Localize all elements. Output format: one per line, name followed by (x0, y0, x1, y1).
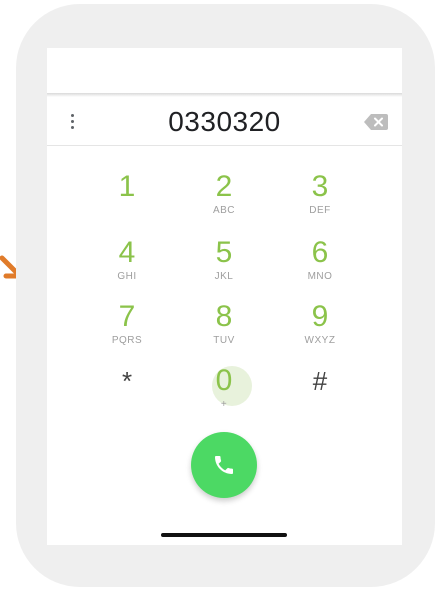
backspace-icon[interactable] (364, 114, 388, 130)
divider (47, 93, 402, 97)
key-digit: 5 (215, 236, 233, 269)
key-digit: 6 (311, 236, 329, 269)
key-8[interactable]: 8 TUV (189, 301, 259, 359)
key-letters: TUV (213, 335, 235, 346)
key-9[interactable]: 9 WXYZ (285, 301, 355, 359)
key-digit: 0 (215, 364, 233, 397)
key-digit: 1 (118, 170, 136, 203)
number-display-row: 0330320 (47, 98, 402, 146)
key-1[interactable]: 1 (92, 171, 162, 229)
key-letters: + (220, 399, 228, 410)
key-letters: WXYZ (304, 335, 336, 346)
key-3[interactable]: 3 DEF (285, 171, 355, 229)
key-letters: ABC (212, 205, 236, 216)
key-hash[interactable]: # (285, 365, 355, 423)
key-digit: 2 (215, 170, 233, 203)
key-letters: GHI (117, 271, 137, 282)
key-letters: PQRS (111, 335, 143, 346)
key-digit: 4 (118, 236, 136, 269)
key-digit: * (121, 366, 133, 396)
key-digit: 7 (118, 300, 136, 333)
key-letters: MNO (307, 271, 333, 282)
more-vertical-icon[interactable] (69, 112, 77, 132)
dialed-number[interactable]: 0330320 (107, 106, 342, 138)
key-digit: 3 (311, 170, 329, 203)
key-7[interactable]: 7 PQRS (92, 301, 162, 359)
status-bar (47, 48, 402, 93)
key-star[interactable]: * (92, 365, 162, 423)
home-indicator[interactable] (161, 533, 287, 537)
key-2[interactable]: 2 ABC (189, 171, 259, 229)
key-digit: 8 (215, 300, 233, 333)
key-0[interactable]: 0 + (189, 365, 259, 423)
key-digit: # (312, 366, 328, 396)
key-6[interactable]: 6 MNO (285, 237, 355, 295)
phone-icon (215, 456, 233, 474)
key-5[interactable]: 5 JKL (189, 237, 259, 295)
key-digit: 9 (311, 300, 329, 333)
call-button[interactable] (191, 432, 257, 498)
dialer-screen: 0330320 1 2 ABC 3 DEF 4 GHI 5 JKL 6 MNO … (47, 48, 402, 545)
key-letters: DEF (309, 205, 331, 216)
key-letters: JKL (214, 271, 234, 282)
key-4[interactable]: 4 GHI (92, 237, 162, 295)
